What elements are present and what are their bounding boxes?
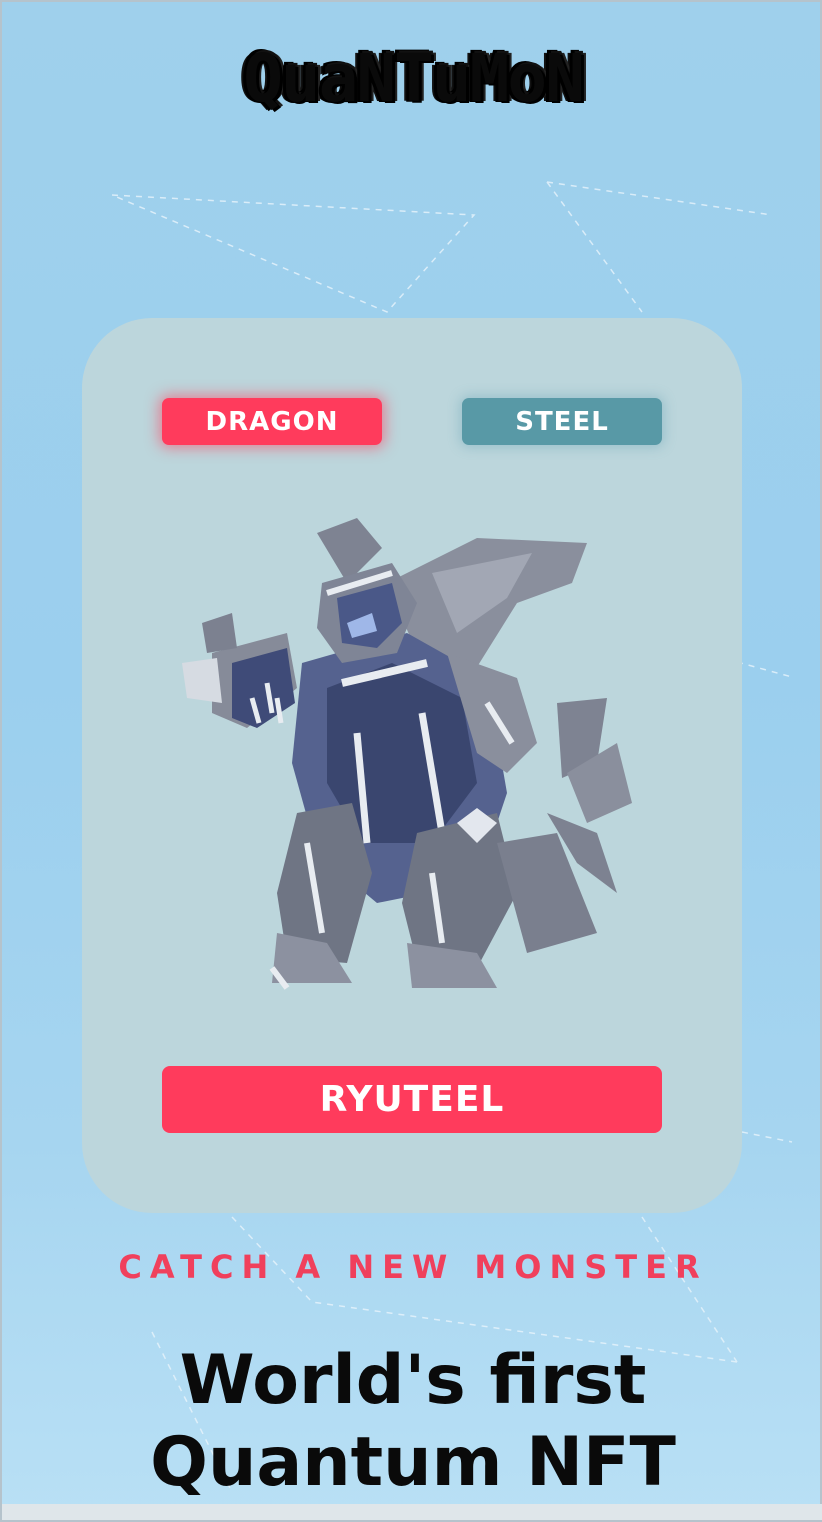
monster-image [182,518,632,990]
type-badge-steel: STEEL [462,398,662,445]
type-badge-dragon: DRAGON [162,398,382,445]
hero-line-2: Quantum NFT [150,1423,676,1502]
monster-name: RYUTEEL [162,1066,662,1133]
hero-headline: World's first Quantum NFT [2,1340,822,1504]
catch-new-monster-link[interactable]: CATCH A NEW MONSTER [2,1248,822,1286]
hero-line-1: World's first [179,1341,647,1420]
bottom-strip [2,1504,822,1520]
monster-card: DRAGON STEEL RYUTEEL [82,318,742,1213]
quantumon-logo[interactable]: QuaNTuMoN [2,40,822,117]
